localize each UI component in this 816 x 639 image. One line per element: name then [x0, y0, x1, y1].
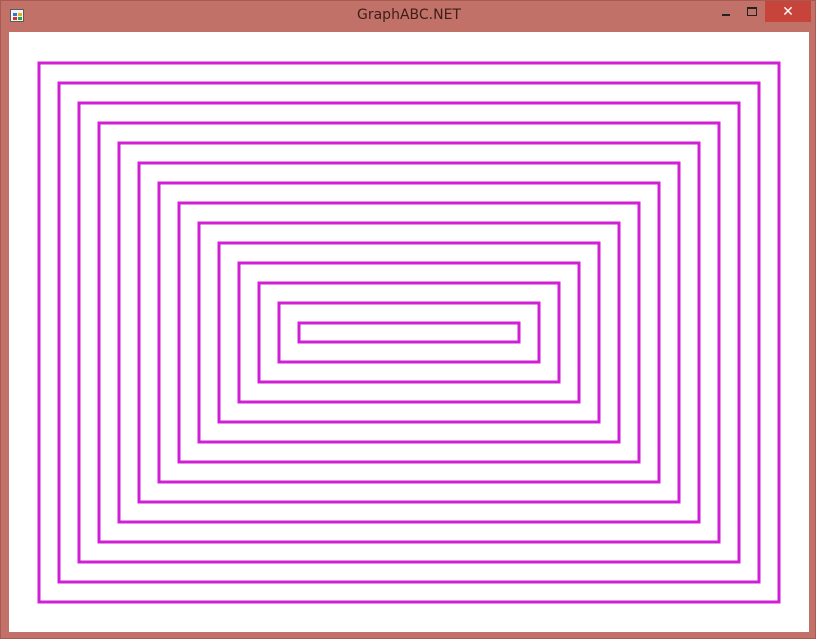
minimize-icon	[722, 13, 730, 16]
close-icon: ✕	[782, 3, 794, 20]
rectangle-outline	[217, 241, 601, 424]
rectangle-outline	[257, 281, 561, 384]
app-window: GraphABC.NET ✕	[0, 0, 816, 639]
rectangle-outline	[277, 301, 541, 364]
close-button[interactable]: ✕	[765, 1, 811, 22]
rectangle-outline	[57, 81, 761, 584]
rectangle-outline	[297, 321, 521, 344]
rectangle-outline	[197, 221, 621, 444]
window-title: GraphABC.NET	[357, 7, 461, 23]
rectangle-outline	[157, 181, 661, 484]
maximize-icon	[747, 7, 757, 16]
rectangle-outline	[97, 121, 721, 544]
rectangle-outline	[117, 141, 701, 524]
graphics-canvas[interactable]	[9, 32, 809, 632]
minimize-button[interactable]	[713, 1, 739, 22]
title-bar[interactable]: GraphABC.NET ✕	[1, 1, 815, 31]
maximize-button[interactable]	[739, 1, 765, 22]
drawing-surface	[37, 61, 781, 604]
